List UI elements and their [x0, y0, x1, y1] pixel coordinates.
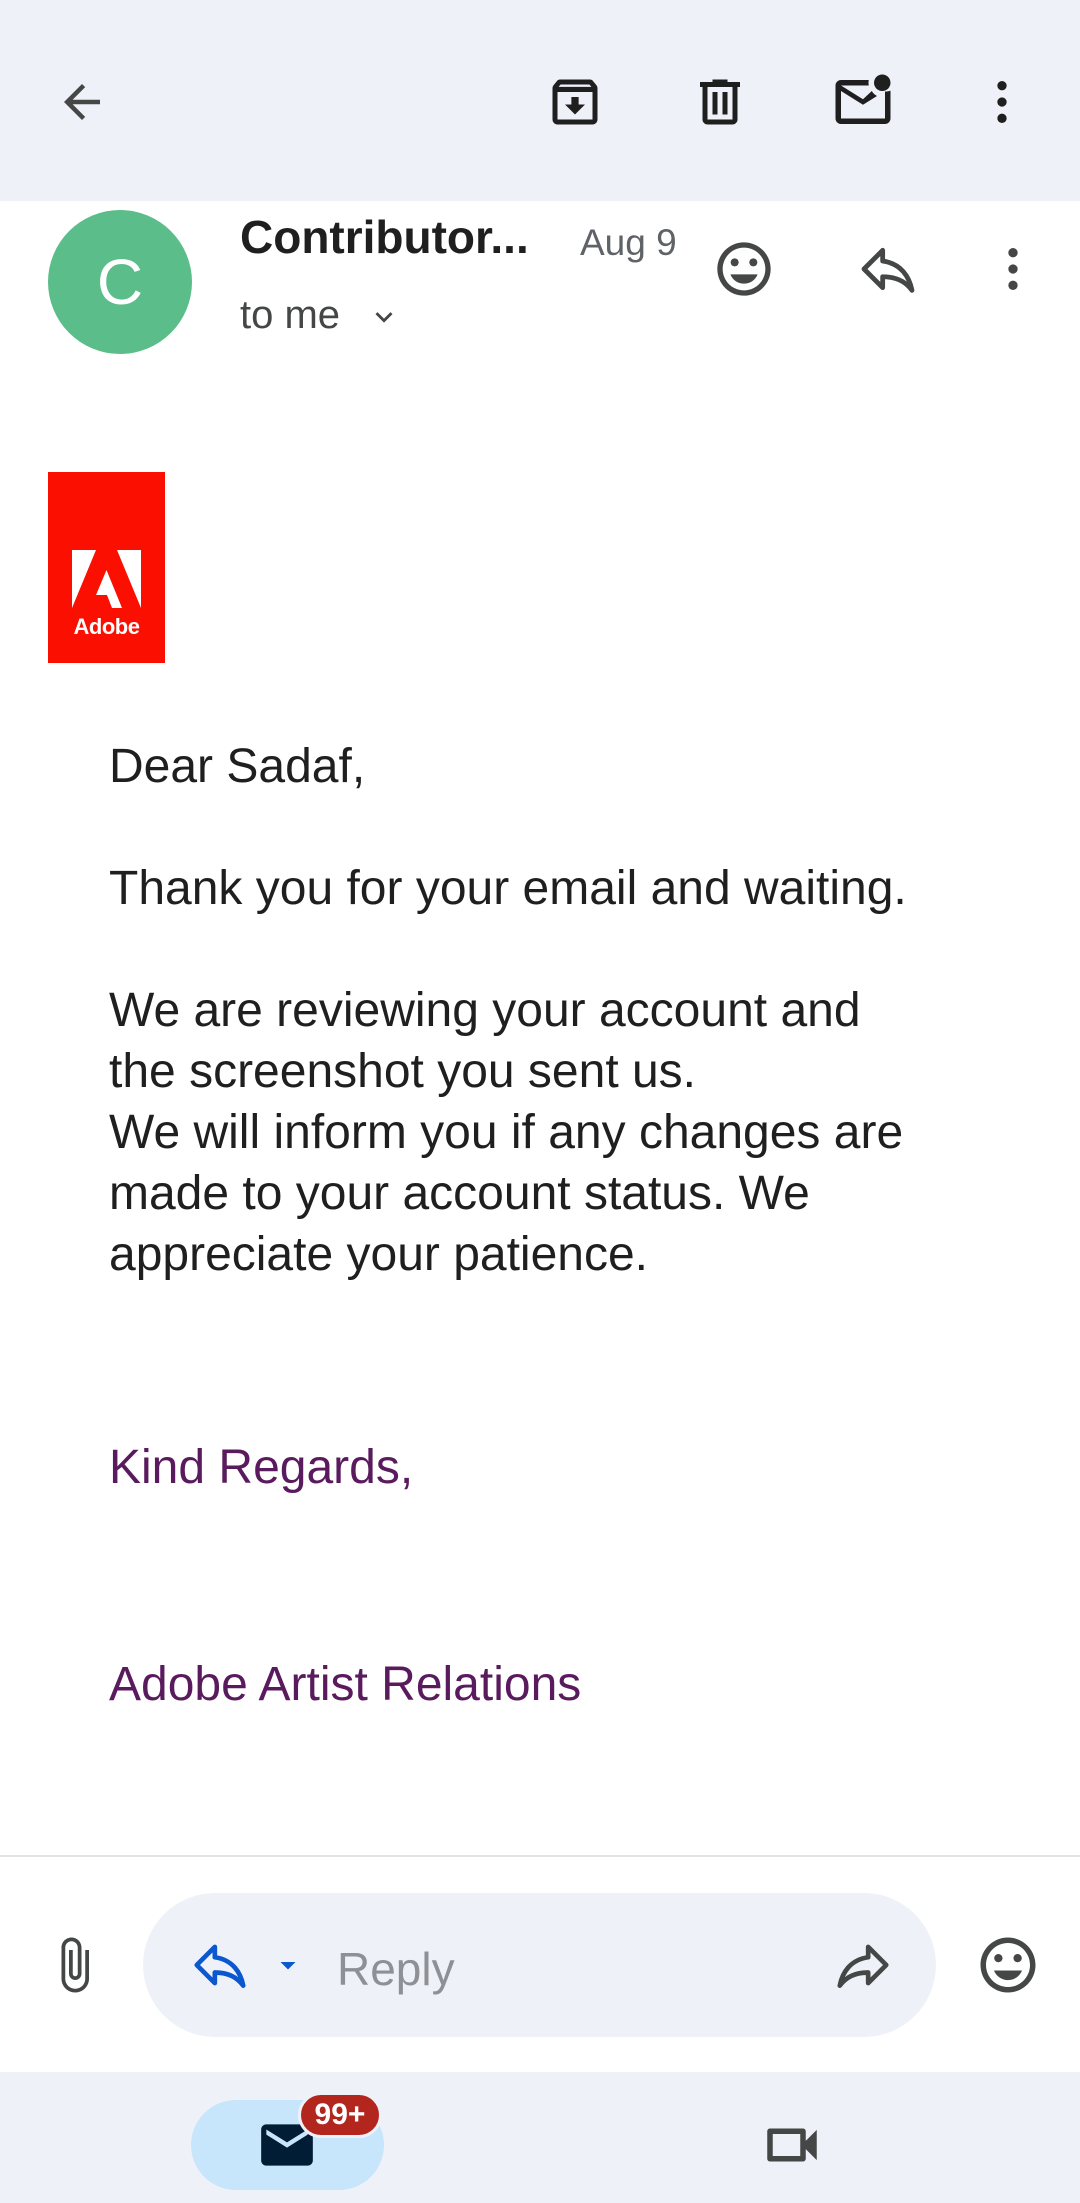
- signoff: Kind Regards,: [109, 1441, 414, 1494]
- arrow-back-icon[interactable]: [42, 62, 122, 142]
- reply-icon[interactable]: [848, 229, 928, 309]
- recipient-label: to me: [240, 293, 341, 337]
- avatar-letter: C: [96, 246, 144, 318]
- reply-placeholder[interactable]: Reply: [337, 1942, 455, 1996]
- chevron-down-icon: [375, 312, 393, 324]
- body-line: appreciate your patience.: [109, 1228, 649, 1281]
- trash-icon[interactable]: [680, 62, 760, 142]
- divider: [0, 1855, 1080, 1857]
- archive-icon[interactable]: [535, 62, 615, 142]
- more-vert-icon[interactable]: [962, 62, 1042, 142]
- body-line: the screenshot you sent us.: [109, 1045, 697, 1098]
- sender-avatar[interactable]: C: [48, 210, 192, 354]
- bottom-navigation: [0, 2072, 1080, 2203]
- signature: Adobe Artist Relations: [109, 1658, 582, 1711]
- body-line: made to your account status. We: [109, 1167, 810, 1220]
- caret-down-icon[interactable]: [266, 1945, 310, 1985]
- adobe-logo-text: Adobe: [73, 614, 140, 639]
- adobe-a-icon: [72, 550, 141, 608]
- body-line: We are reviewing your account and: [109, 984, 861, 1037]
- body-line: Thank you for your email and waiting.: [109, 862, 907, 915]
- emoji-react-icon[interactable]: [704, 229, 784, 309]
- recipient-toggle[interactable]: to me: [240, 293, 401, 338]
- attach-icon[interactable]: [34, 1925, 114, 2005]
- emoji-icon[interactable]: [968, 1925, 1048, 2005]
- body-greeting: Dear Sadaf,: [109, 740, 366, 793]
- forward-icon[interactable]: [823, 1925, 903, 2005]
- unread-badge: 99+: [298, 2092, 382, 2138]
- top-app-bar: [0, 0, 1080, 201]
- reply-mode-icon[interactable]: [180, 1925, 260, 2005]
- reply-field[interactable]: [143, 1893, 936, 2037]
- video-call-icon[interactable]: [752, 2105, 832, 2185]
- message-date: Aug 9: [580, 222, 677, 263]
- mark-unread-icon[interactable]: [823, 62, 903, 142]
- message-more-icon[interactable]: [973, 229, 1053, 309]
- sender-name[interactable]: Contributor...: [240, 210, 529, 264]
- adobe-logo: Adobe: [48, 472, 165, 663]
- body-line: We will inform you if any changes are: [109, 1106, 904, 1159]
